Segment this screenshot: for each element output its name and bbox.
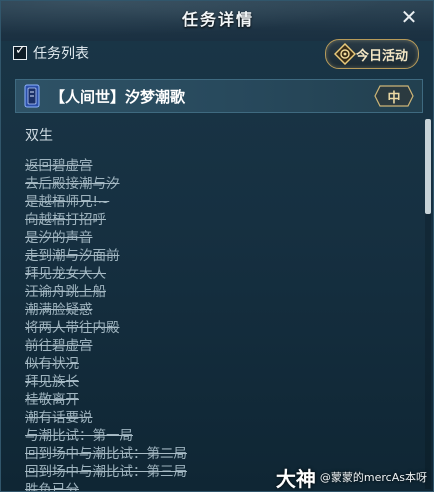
- quest-step: 拜见龙女大人: [25, 266, 106, 282]
- quest-step: 去后殿接潮与汐: [25, 176, 120, 192]
- task-detail-panel: 任务详情 ✕ 任务列表 今日活动 【人间世】汐梦潮歌 中: [0, 0, 434, 492]
- close-icon[interactable]: ✕: [399, 7, 419, 27]
- difficulty-badge: 中: [374, 85, 414, 107]
- scrollbar-track[interactable]: [425, 119, 431, 489]
- difficulty-label: 中: [387, 91, 401, 106]
- today-activity-button[interactable]: 今日活动: [325, 39, 419, 69]
- quest-step: 将两人带往内殿: [25, 320, 120, 336]
- watermark: 大神 @蒙蒙的mercAs本呀: [275, 465, 427, 491]
- quest-step: 潮有话要说: [25, 410, 93, 426]
- quest-step: 桂敬离开: [25, 392, 79, 408]
- quest-step-list: 返回碧虚宫 去后殿接潮与汐 是越梧师兄!~ 向越梧打招呼 是汐的声音 走到潮与汐…: [25, 157, 416, 491]
- quest-content[interactable]: 双生 返回碧虚宫 去后殿接潮与汐 是越梧师兄!~ 向越梧打招呼 是汐的声音 走到…: [21, 119, 416, 491]
- quest-subtitle: 双生: [25, 128, 53, 144]
- quest-name: 【人间世】汐梦潮歌: [50, 87, 186, 106]
- quest-header: 【人间世】汐梦潮歌 中: [15, 79, 423, 113]
- task-list-label[interactable]: 任务列表: [33, 43, 89, 63]
- quest-step: 潮满脸疑惑: [25, 302, 93, 318]
- quest-step: 汪谕舟跳上船: [25, 284, 106, 300]
- quest-step: 返回碧虚宫: [25, 158, 93, 174]
- quest-step: 走到潮与汐面前: [25, 248, 120, 264]
- watermark-logo-text: 大神: [275, 466, 316, 491]
- scrollbar-thumb[interactable]: [425, 119, 431, 214]
- task-list-checkbox[interactable]: [13, 43, 27, 60]
- title-bar: 任务详情: [1, 1, 433, 35]
- quest-scroll-icon: [24, 84, 40, 108]
- quest-step: 回到场中与潮比试：第二局: [25, 446, 187, 462]
- toolbar-row: 任务列表 今日活动: [13, 39, 423, 69]
- quest-step: 与潮比试：第一局: [25, 428, 133, 444]
- quest-step: 是越梧师兄!~: [25, 194, 110, 210]
- window-title: 任务详情: [181, 10, 254, 29]
- quest-step: 似有状况: [25, 356, 79, 372]
- diamond-emblem-icon: [334, 43, 356, 65]
- quest-step: 是汐的声音: [25, 230, 93, 246]
- watermark-author: @蒙蒙的mercAs本呀: [319, 471, 427, 484]
- today-activity-label: 今日活动: [355, 48, 408, 64]
- quest-step: 前往碧虚宫: [25, 338, 93, 354]
- quest-step: 拜见族长: [25, 374, 79, 390]
- quest-step: 向越梧打招呼: [25, 212, 106, 228]
